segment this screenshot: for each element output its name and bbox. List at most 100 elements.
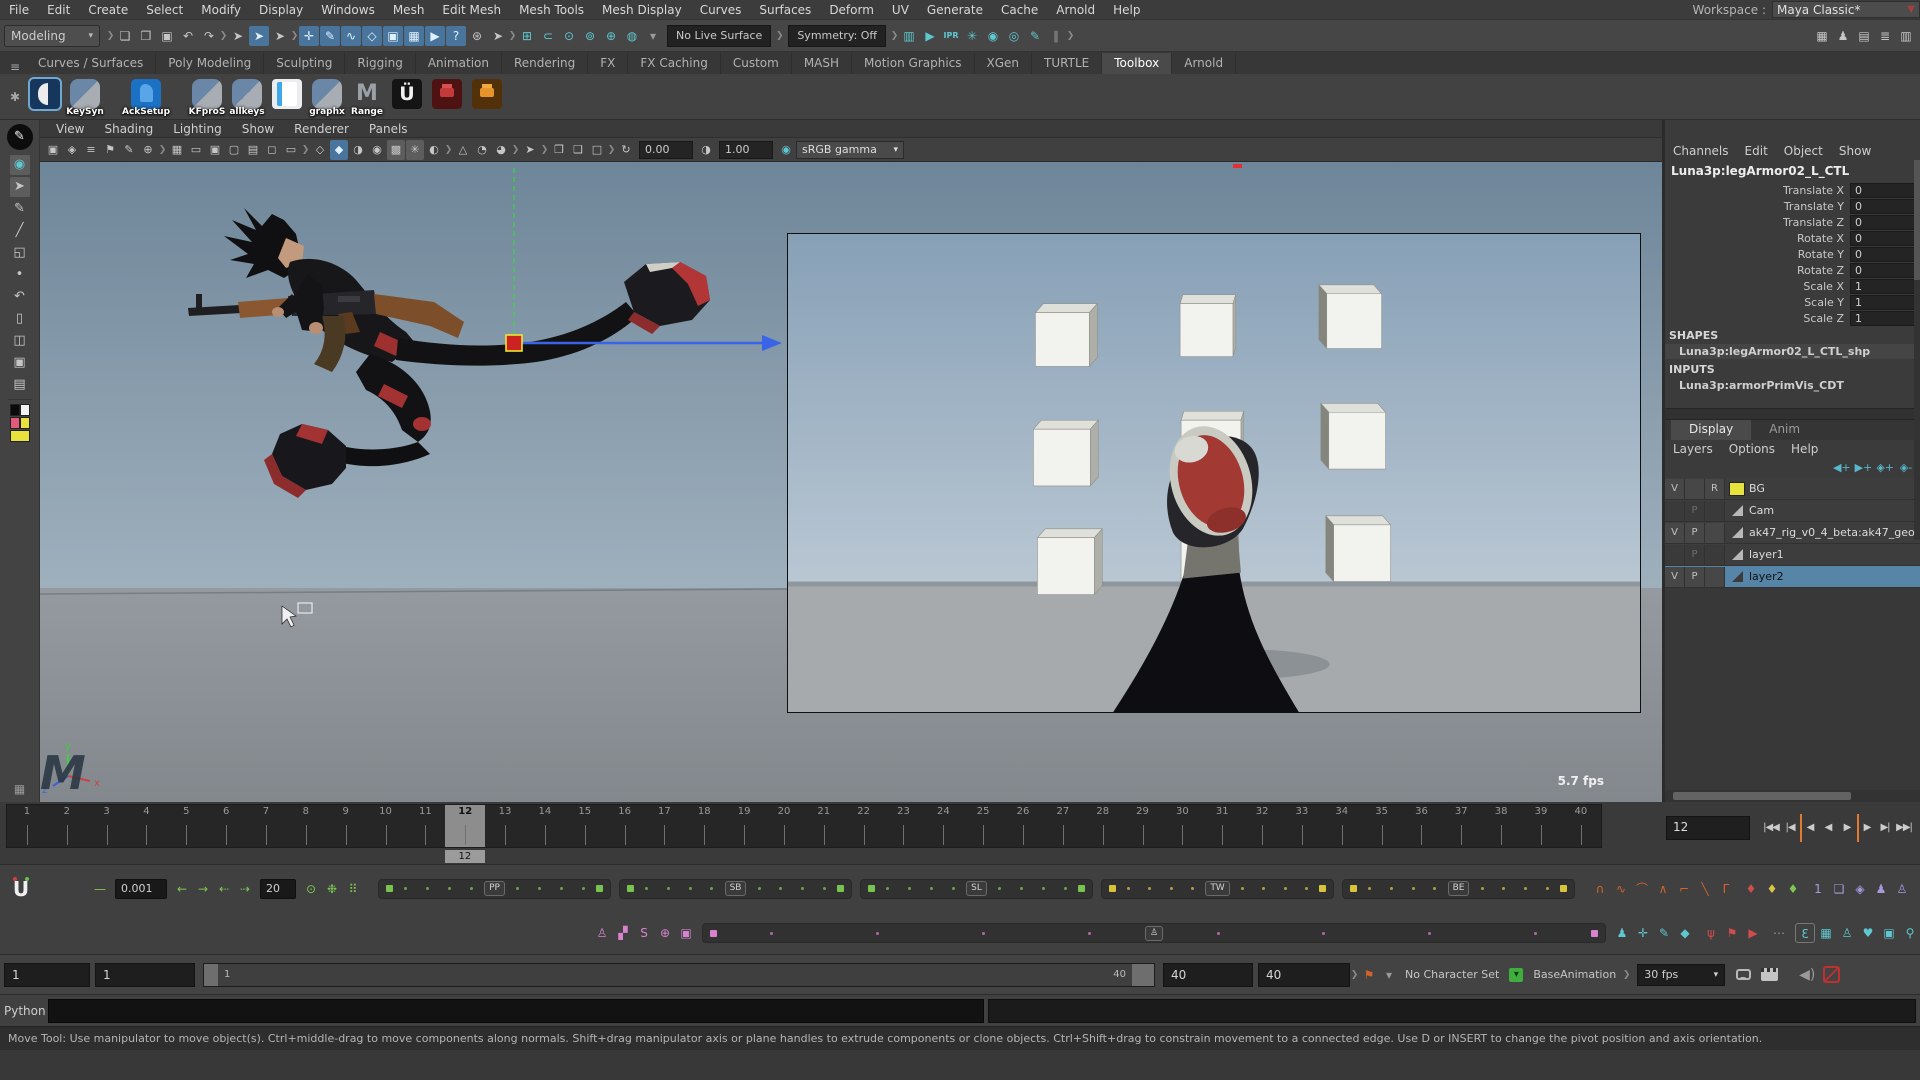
step-forward-frame-button[interactable]: ▶|: [1876, 814, 1894, 842]
power-icon[interactable]: ⊙: [301, 879, 321, 899]
menu-cache[interactable]: Cache: [992, 0, 1047, 20]
visibility-toggle[interactable]: V: [1665, 567, 1685, 587]
camera-frame-icon[interactable]: ▣: [10, 353, 30, 373]
save-scene-icon[interactable]: ▣: [157, 26, 177, 46]
layer-row-layer1[interactable]: Player1: [1665, 544, 1920, 566]
current-frame-field[interactable]: 12: [1666, 816, 1750, 840]
textured-mode-icon[interactable]: ◑: [349, 140, 367, 160]
fps-select[interactable]: 30 fps▾: [1637, 964, 1725, 986]
layer-tab-anim[interactable]: Anim: [1751, 420, 1818, 440]
humanik-icon[interactable]: ♟: [1833, 26, 1853, 46]
timeline-frame-1[interactable]: 1: [7, 805, 47, 847]
strip-dot[interactable]: [1368, 887, 1371, 890]
isolate-select-icon[interactable]: △: [454, 140, 472, 160]
texture-bake-icon[interactable]: ◉: [983, 26, 1003, 46]
strip-dot[interactable]: [1170, 887, 1173, 890]
visibility-toggle[interactable]: V: [1665, 479, 1685, 499]
layer-color-swatch[interactable]: [1729, 482, 1745, 496]
snap-options-caret-icon[interactable]: ▾: [643, 26, 663, 46]
clipboard-icon[interactable]: ▤: [10, 375, 30, 395]
strip-dot[interactable]: [886, 887, 889, 890]
shelf-menu-icon[interactable]: ≡: [4, 60, 26, 74]
strip-key-square[interactable]: [1078, 885, 1085, 892]
select-tool-icon[interactable]: ➤: [10, 177, 30, 197]
timeline-frame-18[interactable]: 18: [684, 805, 724, 847]
grease-pencil-icon[interactable]: ✎: [120, 140, 138, 160]
ease-curve-s-icon[interactable]: ∿: [1611, 879, 1631, 899]
add-character-icon[interactable]: ♙: [1837, 923, 1857, 943]
strip-dot[interactable]: [1524, 887, 1527, 890]
grid-tool-icon[interactable]: ▦: [1816, 923, 1836, 943]
workspace-select[interactable]: Maya Classic* ▼: [1772, 1, 1920, 18]
layer-scrollbar[interactable]: [1665, 790, 1920, 802]
shelf-tab-toolbox[interactable]: Toolbox: [1102, 53, 1172, 74]
frame-count-field[interactable]: 20: [260, 879, 296, 899]
shape-node-name[interactable]: Luna3p:legArmor02_L_CTL_shp: [1665, 344, 1920, 359]
shelf-item-robot-orange[interactable]: [468, 77, 506, 117]
strip-dot[interactable]: [448, 887, 451, 890]
bookmark-caret-icon[interactable]: ▾: [1379, 965, 1399, 985]
strip-dot[interactable]: [1020, 887, 1023, 890]
mute-indicator-icon[interactable]: [1823, 966, 1840, 983]
timeline-frame-5[interactable]: 5: [166, 805, 206, 847]
shelf-item-toolbox[interactable]: [26, 77, 64, 117]
split-diamond-icon[interactable]: ◈: [1850, 879, 1870, 899]
color-swatch-red-yellow[interactable]: [10, 417, 30, 429]
strip-dot[interactable]: [876, 932, 879, 935]
strip-key-square[interactable]: [1560, 885, 1567, 892]
viewport-menu-show[interactable]: Show: [232, 122, 284, 136]
channel-name[interactable]: Rotate Y: [1665, 248, 1850, 261]
menu-create[interactable]: Create: [79, 0, 137, 20]
tween-strip-sb[interactable]: SB: [619, 879, 852, 899]
timeline-frame-30[interactable]: 30: [1162, 805, 1202, 847]
layer-row-ak47-rig-v0-4-beta-ak47-geo[interactable]: VPak47_rig_v0_4_beta:ak47_geo: [1665, 522, 1920, 544]
delete-frame-icon[interactable]: ▯: [10, 309, 30, 329]
timeline-frame-27[interactable]: 27: [1043, 805, 1083, 847]
character-pose-icon[interactable]: ♙: [1892, 879, 1912, 899]
strip-dot[interactable]: [1428, 932, 1431, 935]
pose-library-icon[interactable]: ♙: [592, 923, 612, 943]
use-all-lights-icon[interactable]: ◉: [368, 140, 386, 160]
single-pane-icon[interactable]: ❐: [550, 140, 568, 160]
menu-uv[interactable]: UV: [883, 0, 918, 20]
menu-arnold[interactable]: Arnold: [1047, 0, 1104, 20]
channel-value-field[interactable]: 1: [1850, 311, 1916, 326]
strip-dot[interactable]: [1546, 887, 1549, 890]
s-curve-icon[interactable]: S: [634, 923, 654, 943]
marker-red-icon[interactable]: ▶: [1743, 923, 1763, 943]
blue-pencil-logo-icon[interactable]: ✎: [7, 124, 33, 150]
shelf-tab-motion-graphics[interactable]: Motion Graphics: [852, 53, 975, 74]
shelf-item-acksetup[interactable]: AckSetup: [106, 77, 186, 117]
menu-curves[interactable]: Curves: [691, 0, 751, 20]
timeline-frame-6[interactable]: 6: [206, 805, 246, 847]
perspective-viewport[interactable]: ViewShadingLightingShowRendererPanels ▣◈…: [40, 120, 1662, 802]
lock-selection-icon[interactable]: ⊛: [467, 26, 487, 46]
range-track[interactable]: 1 40: [218, 964, 1132, 986]
strip-dot[interactable]: [1390, 887, 1393, 890]
search-icon[interactable]: ⚲: [1900, 923, 1920, 943]
color-swatch-yellow[interactable]: [10, 430, 30, 442]
diamond-icon[interactable]: ◆: [1675, 923, 1695, 943]
timeline-frame-29[interactable]: 29: [1123, 805, 1163, 847]
layer-menu-help[interactable]: Help: [1791, 442, 1818, 456]
bookmarks-icon[interactable]: ⚑: [101, 140, 119, 160]
channel-box-menu-edit[interactable]: Edit: [1745, 144, 1768, 158]
two-pane-icon[interactable]: ❏: [569, 140, 587, 160]
one-frame-icon[interactable]: 1: [1808, 879, 1828, 899]
playback-end-field[interactable]: 40: [1163, 963, 1253, 987]
anim-layer-icon[interactable]: ▾: [1509, 968, 1523, 982]
menu-edit[interactable]: Edit: [38, 0, 79, 20]
pivot-icon[interactable]: ✛: [1633, 923, 1653, 943]
timeline-frame-17[interactable]: 17: [645, 805, 685, 847]
shelf-item-graphx[interactable]: graphx: [308, 77, 346, 117]
channel-value-field[interactable]: 0: [1850, 183, 1916, 198]
timeline-frame-13[interactable]: 13: [485, 805, 525, 847]
strip-dot[interactable]: [1191, 887, 1194, 890]
snap-curve-icon[interactable]: ⊂: [538, 26, 558, 46]
ease-curve-peak-icon[interactable]: ∧: [1653, 879, 1673, 899]
shelf-tab-sculpting[interactable]: Sculpting: [264, 53, 345, 74]
reference-toggle[interactable]: R: [1705, 479, 1725, 499]
pose-slider-strip[interactable]: ♙: [702, 923, 1606, 943]
shelf-tab-animation[interactable]: Animation: [416, 53, 502, 74]
step-back-key-button[interactable]: ◀: [1800, 814, 1818, 842]
